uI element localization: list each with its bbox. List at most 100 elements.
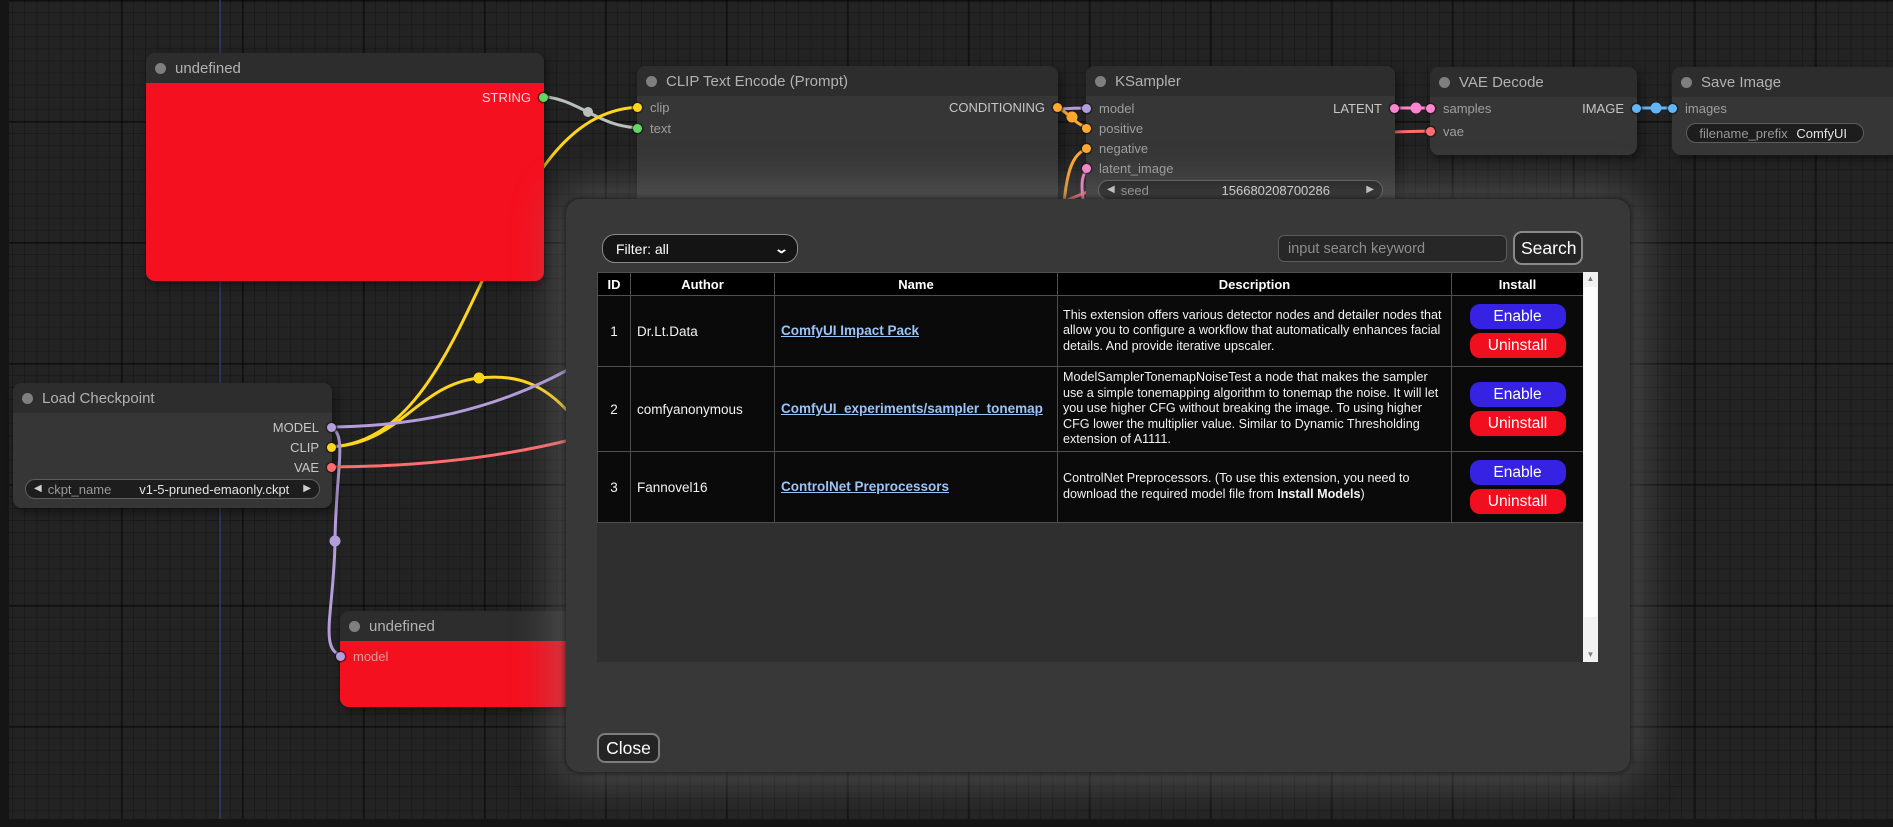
node-collapse-dot[interactable]: [155, 63, 166, 74]
clip-slot-dot[interactable]: [633, 103, 642, 112]
close-button[interactable]: Close: [597, 733, 660, 763]
model-slot-dot[interactable]: [336, 652, 345, 661]
seed-widget[interactable]: ◀ seed 156680208700286 ▶: [1098, 180, 1383, 200]
string-slot-dot[interactable]: [539, 93, 548, 102]
node-title: Load Checkpoint: [42, 390, 155, 407]
search-input[interactable]: [1278, 235, 1507, 262]
enable-button[interactable]: Enable: [1470, 382, 1566, 407]
input-slot-model[interactable]: model: [340, 646, 388, 666]
slot-label: model: [353, 649, 388, 664]
extension-name-link[interactable]: ControlNet Preprocessors: [781, 479, 949, 494]
output-slot-clip[interactable]: CLIP: [290, 437, 332, 457]
input-slot-clip[interactable]: clip: [637, 97, 670, 117]
node-collapse-dot[interactable]: [1095, 76, 1106, 87]
input-slot-text[interactable]: text: [637, 118, 671, 138]
node-header[interactable]: CLIP Text Encode (Prompt): [637, 66, 1058, 96]
text-slot-dot[interactable]: [633, 124, 642, 133]
table-scrollbar[interactable]: ▲ ▼: [1583, 272, 1598, 662]
node-title: undefined: [175, 60, 241, 77]
vae-out-slot-dot[interactable]: [327, 463, 336, 472]
node-undefined-top[interactable]: undefined STRING: [146, 53, 544, 281]
node-load-checkpoint[interactable]: Load Checkpoint MODEL CLIP VAE ◀ ckpt_na…: [13, 383, 332, 508]
extension-name-link[interactable]: ComfyUI_experiments/sampler_tonemap: [781, 401, 1043, 416]
input-slot-images[interactable]: images: [1672, 98, 1727, 118]
slot-label: model: [1099, 101, 1134, 116]
slot-label: positive: [1099, 121, 1143, 136]
table-row: 1Dr.Lt.DataComfyUI Impact PackThis exten…: [598, 296, 1584, 367]
latent-slot-dot[interactable]: [1082, 164, 1091, 173]
clip-out-slot-dot[interactable]: [327, 443, 336, 452]
enable-button[interactable]: Enable: [1470, 304, 1566, 329]
uninstall-button[interactable]: Uninstall: [1470, 489, 1566, 514]
canvas-edge-bottom: [0, 819, 1893, 827]
node-title: undefined: [369, 618, 435, 635]
node-collapse-dot[interactable]: [22, 393, 33, 404]
filename-prefix-widget[interactable]: filename_prefix ComfyUI: [1686, 123, 1864, 143]
slot-label: VAE: [294, 460, 319, 475]
chevron-down-icon: ⌄: [774, 241, 789, 257]
filter-selected-value: Filter: all: [616, 241, 669, 257]
conditioning-slot-dot[interactable]: [1053, 103, 1062, 112]
node-header[interactable]: KSampler: [1086, 66, 1395, 96]
decrement-arrow-icon[interactable]: ◀: [34, 484, 42, 494]
images-slot-dot[interactable]: [1668, 104, 1677, 113]
positive-slot-dot[interactable]: [1082, 124, 1091, 133]
decrement-arrow-icon[interactable]: ◀: [1107, 185, 1115, 195]
node-title: VAE Decode: [1459, 74, 1544, 91]
node-vae-decode[interactable]: VAE Decode samples vae IMAGE: [1430, 67, 1637, 155]
output-slot-latent[interactable]: LATENT: [1333, 98, 1395, 118]
output-slot-conditioning[interactable]: CONDITIONING: [949, 97, 1058, 117]
model-out-slot-dot[interactable]: [327, 423, 336, 432]
extension-author: Dr.Lt.Data: [631, 296, 775, 367]
model-slot-dot[interactable]: [1082, 104, 1091, 113]
uninstall-button[interactable]: Uninstall: [1470, 333, 1566, 358]
increment-arrow-icon[interactable]: ▶: [303, 484, 311, 494]
increment-arrow-icon[interactable]: ▶: [1366, 185, 1374, 195]
negative-slot-dot[interactable]: [1082, 144, 1091, 153]
extension-name-link[interactable]: ComfyUI Impact Pack: [781, 323, 919, 338]
extension-id: 1: [598, 296, 631, 367]
input-slot-latent-image[interactable]: latent_image: [1086, 158, 1173, 178]
slot-label: CLIP: [290, 440, 319, 455]
node-header[interactable]: VAE Decode: [1430, 67, 1637, 97]
node-collapse-dot[interactable]: [1681, 77, 1692, 88]
node-header[interactable]: Load Checkpoint: [13, 383, 332, 413]
scrollbar-down-icon[interactable]: ▼: [1583, 648, 1598, 662]
ckpt-name-widget[interactable]: ◀ ckpt_name v1-5-pruned-emaonly.ckpt ▶: [25, 479, 320, 499]
node-collapse-dot[interactable]: [1439, 77, 1450, 88]
scrollbar-thumb[interactable]: [1584, 287, 1597, 617]
extension-id: 3: [598, 452, 631, 523]
node-header[interactable]: Save Image: [1672, 67, 1893, 97]
extension-id: 2: [598, 367, 631, 452]
uninstall-button[interactable]: Uninstall: [1470, 411, 1566, 436]
node-title: Save Image: [1701, 74, 1781, 91]
custom-nodes-manager-dialog: Filter: all ⌄ Search IDAuthorNameDescrip…: [566, 199, 1630, 772]
node-save-image[interactable]: Save Image images filename_prefix ComfyU…: [1672, 67, 1893, 155]
slot-label: clip: [650, 100, 670, 115]
image-slot-dot[interactable]: [1632, 104, 1641, 113]
output-slot-image[interactable]: IMAGE: [1582, 98, 1637, 118]
scrollbar-up-icon[interactable]: ▲: [1583, 272, 1598, 286]
node-ksampler[interactable]: KSampler model positive negative latent_…: [1086, 66, 1395, 216]
column-header-description: Description: [1058, 273, 1452, 296]
input-slot-samples[interactable]: samples: [1430, 98, 1491, 118]
output-slot-string[interactable]: STRING: [482, 87, 544, 107]
input-slot-model[interactable]: model: [1086, 98, 1134, 118]
widget-name: filename_prefix: [1699, 126, 1787, 141]
latent-out-slot-dot[interactable]: [1390, 104, 1399, 113]
output-slot-vae[interactable]: VAE: [294, 457, 332, 477]
node-title: KSampler: [1115, 73, 1181, 90]
input-slot-negative[interactable]: negative: [1086, 138, 1148, 158]
enable-button[interactable]: Enable: [1470, 460, 1566, 485]
search-button[interactable]: Search: [1513, 231, 1583, 265]
input-slot-positive[interactable]: positive: [1086, 118, 1143, 138]
output-slot-model[interactable]: MODEL: [273, 417, 332, 437]
column-header-name: Name: [775, 273, 1058, 296]
node-header[interactable]: undefined: [146, 53, 544, 83]
node-collapse-dot[interactable]: [646, 76, 657, 87]
filter-select[interactable]: Filter: all ⌄: [602, 234, 798, 263]
node-collapse-dot[interactable]: [349, 621, 360, 632]
samples-slot-dot[interactable]: [1426, 104, 1435, 113]
vae-slot-dot[interactable]: [1426, 127, 1435, 136]
input-slot-vae[interactable]: vae: [1430, 121, 1464, 141]
